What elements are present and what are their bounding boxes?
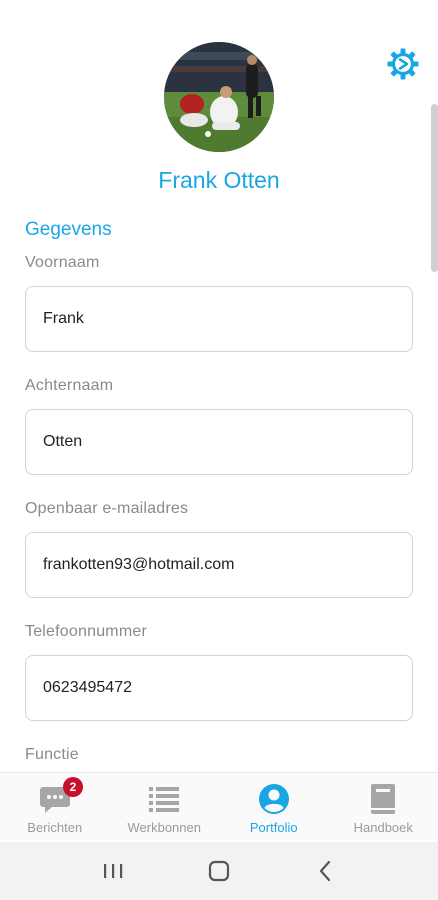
tab-label-portfolio: Portfolio — [249, 820, 298, 835]
tab-label-handboek: Handboek — [353, 820, 413, 835]
home-button[interactable] — [199, 851, 239, 891]
function-label: Functie — [25, 746, 79, 763]
settings-button[interactable] — [386, 47, 420, 81]
last-name-value: Otten — [43, 433, 83, 450]
tab-label-werkbonnen: Werkbonnen — [127, 820, 201, 835]
phone-label: Telefoonnummer — [25, 623, 147, 640]
profile-name: Frank Otten — [158, 167, 280, 193]
book-icon — [367, 783, 399, 815]
first-name-field[interactable]: Frank — [25, 286, 413, 352]
first-name-label: Voornaam — [25, 254, 100, 271]
gear-icon — [387, 48, 419, 80]
tab-handboek[interactable]: Handboek — [329, 773, 438, 840]
phone-field[interactable]: 0623495472 — [25, 655, 413, 721]
recent-apps-button[interactable] — [93, 851, 133, 891]
back-icon — [319, 860, 331, 882]
phone-value: 0623495472 — [43, 679, 132, 696]
tab-portfolio[interactable]: Portfolio — [219, 773, 329, 840]
first-name-value: Frank — [43, 310, 84, 327]
email-label: Openbaar e-mailadres — [25, 500, 189, 517]
email-value: frankotten93@hotmail.com — [43, 556, 235, 573]
unread-badge: 2 — [63, 777, 83, 797]
last-name-label: Achternaam — [25, 377, 114, 394]
tab-werkbonnen[interactable]: Werkbonnen — [110, 773, 220, 840]
system-nav-bar — [0, 842, 438, 900]
email-field[interactable]: frankotten93@hotmail.com — [25, 532, 413, 598]
avatar[interactable] — [164, 42, 274, 152]
last-name-field[interactable]: Otten — [25, 409, 413, 475]
tab-berichten[interactable]: 2 Berichten — [0, 773, 110, 840]
person-icon — [258, 783, 290, 815]
section-title: Gegevens — [25, 219, 112, 240]
back-button[interactable] — [305, 851, 345, 891]
home-icon — [208, 860, 230, 882]
list-icon — [148, 783, 180, 815]
profile-photo — [164, 42, 274, 152]
bottom-tab-bar: 2 Berichten Werkbonnen Portfolio Handboe… — [0, 772, 438, 840]
tab-label-berichten: Berichten — [27, 820, 83, 835]
recent-apps-icon — [104, 864, 123, 878]
